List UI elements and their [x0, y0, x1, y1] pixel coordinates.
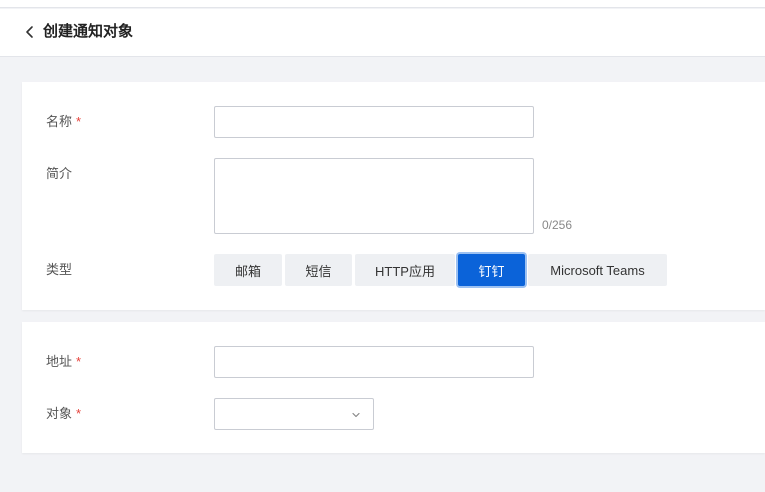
- name-label-text: 名称: [46, 114, 73, 129]
- type-label: 类型: [46, 262, 73, 277]
- object-select[interactable]: [214, 398, 374, 430]
- type-selector: 邮箱 短信 HTTP应用 钉钉 Microsoft Teams: [214, 254, 667, 286]
- target-card: 地址 * 对象 *: [22, 322, 765, 453]
- address-input[interactable]: [214, 346, 534, 378]
- address-label: 地址 *: [46, 353, 81, 371]
- description-counter: 0/256: [542, 218, 573, 232]
- required-mark: *: [76, 114, 82, 129]
- address-label-text: 地址: [46, 354, 73, 369]
- type-option-microsoft-teams[interactable]: Microsoft Teams: [528, 254, 667, 286]
- type-option-http-app[interactable]: HTTP应用: [355, 254, 455, 286]
- type-option-sms[interactable]: 短信: [285, 254, 352, 286]
- page-header: 创建通知对象: [0, 9, 765, 57]
- top-strip: [0, 0, 765, 8]
- basic-info-card: 名称 * 简介 0/256 类型 邮箱 短信 HTTP应用 钉钉 Microsof…: [22, 82, 765, 310]
- description-label: 简介: [46, 166, 73, 181]
- object-label: 对象 *: [46, 405, 81, 423]
- type-option-dingtalk[interactable]: 钉钉: [458, 254, 525, 286]
- required-mark: *: [76, 406, 82, 421]
- description-textarea[interactable]: [214, 158, 534, 234]
- object-label-text: 对象: [46, 406, 73, 421]
- type-option-email[interactable]: 邮箱: [214, 254, 282, 286]
- name-input[interactable]: [214, 106, 534, 138]
- required-mark: *: [76, 354, 82, 369]
- page-title: 创建通知对象: [43, 23, 134, 40]
- name-label: 名称 *: [46, 113, 81, 131]
- chevron-left-icon[interactable]: [22, 24, 38, 40]
- chevron-down-icon: [352, 412, 360, 418]
